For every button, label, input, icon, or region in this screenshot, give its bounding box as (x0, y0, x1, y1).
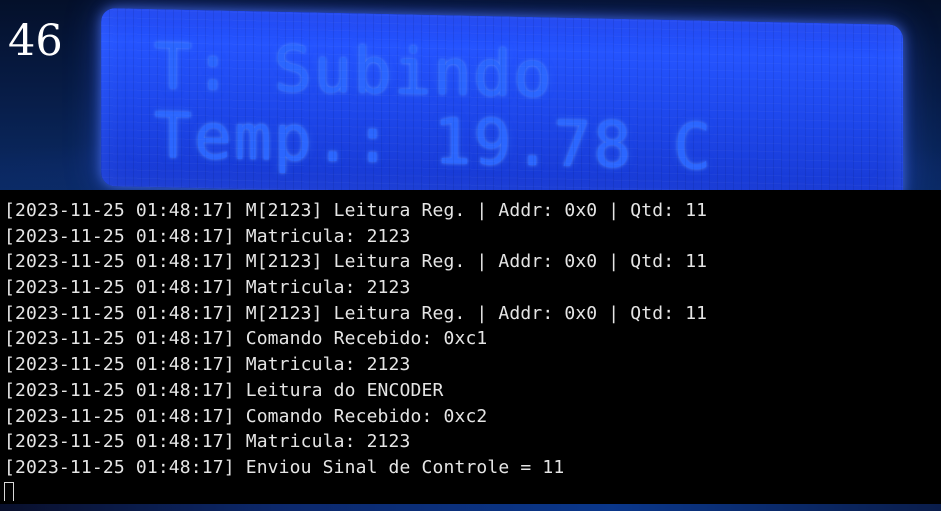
log-line-8: [2023-11-25 01:48:17] Leitura do ENCODER (4, 379, 444, 401)
terminal-log: [2023-11-25 01:48:17] M[2123] Leitura Re… (4, 198, 924, 481)
log-line-4: [2023-11-25 01:48:17] Matricula: 2123 (4, 277, 411, 299)
log-line-10: [2023-11-25 01:48:17] Matricula: 2123 (4, 431, 411, 453)
lcd-display: T: Subindo Temp.: 19.78 C (101, 8, 903, 190)
screen: 46 T: Subindo Temp.: 19.78 C [2023-11-25… (0, 0, 941, 511)
log-line-6: [2023-11-25 01:48:17] Comando Recebido: … (4, 328, 488, 350)
log-line-7: [2023-11-25 01:48:17] Matricula: 2123 (4, 354, 411, 376)
lcd-line-2: Temp.: 19.78 C (154, 99, 714, 184)
terminal-window[interactable]: [2023-11-25 01:48:17] M[2123] Leitura Re… (0, 190, 941, 511)
log-line-11: [2023-11-25 01:48:17] Enviou Sinal de Co… (4, 456, 565, 478)
log-line-9: [2023-11-25 01:48:17] Comando Recebido: … (4, 405, 488, 427)
log-line-1: [2023-11-25 01:48:17] M[2123] Leitura Re… (4, 200, 708, 221)
log-line-2: [2023-11-25 01:48:17] Matricula: 2123 (4, 225, 411, 247)
camera-view: 46 T: Subindo Temp.: 19.78 C (0, 0, 941, 190)
log-line-3: [2023-11-25 01:48:17] M[2123] Leitura Re… (4, 251, 708, 273)
bottom-strip (0, 504, 941, 511)
frame-counter: 46 (8, 16, 63, 66)
lcd-line-1: T: Subindo (154, 30, 554, 112)
terminal-cursor[interactable] (4, 482, 14, 501)
log-line-5: [2023-11-25 01:48:17] M[2123] Leitura Re… (4, 302, 708, 324)
